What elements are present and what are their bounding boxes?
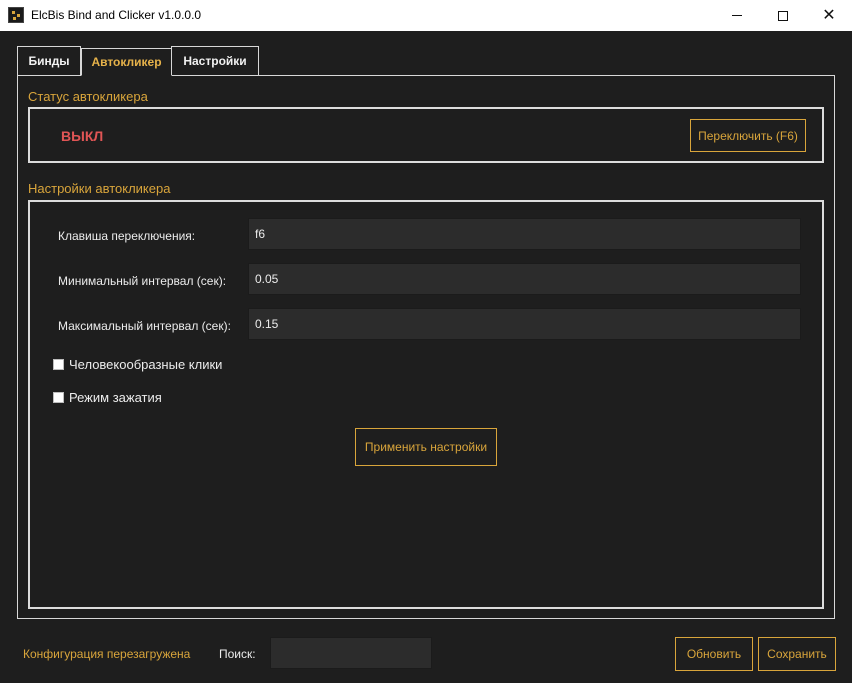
minimize-icon — [732, 15, 742, 16]
app-logo-icon — [8, 7, 24, 23]
status-section-title: Статус автокликера — [28, 89, 148, 104]
minimize-button[interactable] — [714, 0, 760, 31]
hold-mode-label: Режим зажатия — [69, 390, 162, 405]
maximize-icon — [778, 10, 788, 21]
save-button[interactable]: Сохранить — [758, 637, 836, 671]
min-interval-input[interactable]: 0.05 — [248, 263, 801, 295]
window-title: ElcBis Bind and Clicker v1.0.0.0 — [31, 8, 202, 22]
hold-mode-checkbox[interactable] — [53, 392, 64, 403]
humanlike-clicks-label: Человекообразные клики — [69, 357, 223, 372]
apply-settings-button[interactable]: Применить настройки — [355, 428, 497, 466]
refresh-button[interactable]: Обновить — [675, 637, 753, 671]
title-bar: ElcBis Bind and Clicker v1.0.0.0 ✕ — [0, 0, 852, 31]
humanlike-clicks-option[interactable]: Человекообразные клики — [53, 357, 222, 372]
status-message: Конфигурация перезагружена — [23, 647, 191, 661]
status-badge: ВЫКЛ — [61, 128, 104, 144]
search-label: Поиск: — [219, 647, 256, 661]
max-interval-label: Максимальный интервал (сек): — [58, 319, 231, 333]
toggle-button[interactable]: Переключить (F6) — [690, 119, 806, 152]
tab-autoclicker[interactable]: Автокликер — [81, 48, 172, 76]
hold-mode-option[interactable]: Режим зажатия — [53, 390, 162, 405]
max-interval-input[interactable]: 0.15 — [248, 308, 801, 340]
settings-section-title: Настройки автокликера — [28, 181, 171, 196]
close-button[interactable]: ✕ — [806, 0, 852, 31]
maximize-button[interactable] — [760, 0, 806, 31]
tab-binds[interactable]: Бинды — [17, 46, 81, 75]
search-input[interactable] — [270, 637, 432, 669]
toggle-key-input[interactable]: f6 — [248, 218, 801, 250]
humanlike-clicks-checkbox[interactable] — [53, 359, 64, 370]
toggle-key-label: Клавиша переключения: — [58, 229, 196, 243]
tab-settings[interactable]: Настройки — [171, 46, 259, 75]
close-icon: ✕ — [822, 6, 836, 24]
min-interval-label: Минимальный интервал (сек): — [58, 274, 227, 288]
